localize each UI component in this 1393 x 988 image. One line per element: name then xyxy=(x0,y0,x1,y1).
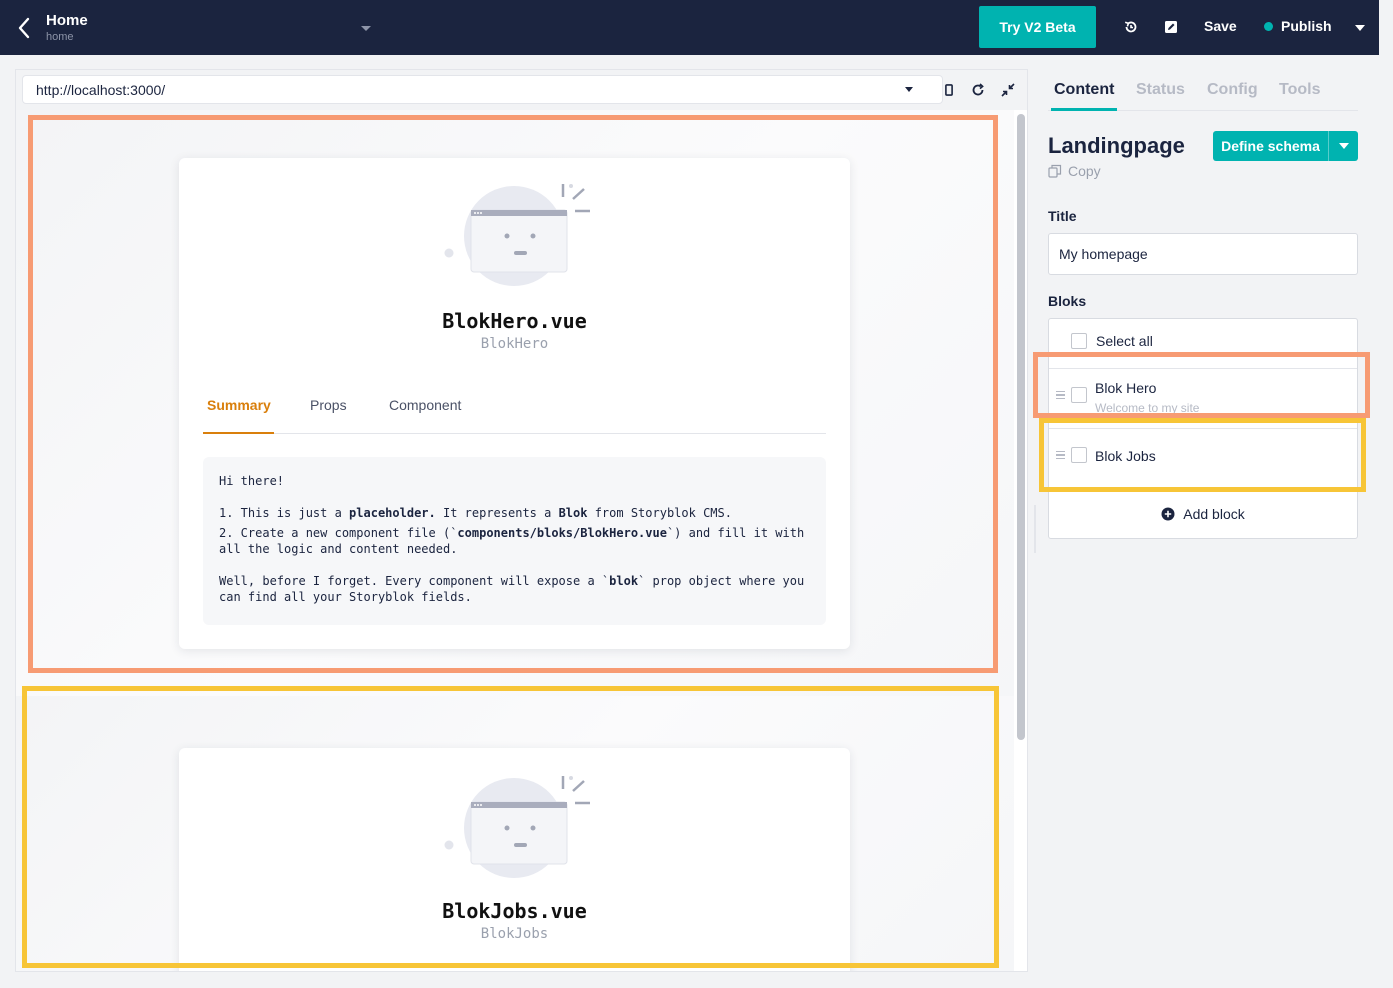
refresh-preview-button[interactable] xyxy=(969,81,987,99)
tab-tools[interactable]: Tools xyxy=(1279,81,1320,99)
drag-handle-icon[interactable] xyxy=(1056,451,1065,459)
select-all-label: Select all xyxy=(1096,333,1153,349)
blok-jobs-section[interactable]: BlokJobs.vue BlokJobs xyxy=(16,696,1014,971)
copy-icon xyxy=(1048,164,1062,178)
try-v2-beta-button[interactable]: Try V2 Beta xyxy=(979,6,1096,48)
component-name: BlokHero xyxy=(480,336,549,352)
blok-item-title: Blok Jobs xyxy=(1095,448,1156,464)
save-button[interactable]: Save xyxy=(1204,18,1237,34)
summary-greeting: Hi there! xyxy=(219,474,285,488)
define-schema-button[interactable]: Define schema xyxy=(1213,131,1358,161)
summary-panel: Hi there! 1. This is just a placeholder.… xyxy=(203,457,826,625)
publish-options-caret-icon[interactable] xyxy=(1355,25,1365,31)
blok-hero-checkbox[interactable] xyxy=(1071,387,1087,403)
preview-url-bar: http://localhost:3000/ xyxy=(16,70,1027,110)
active-panel-tab-indicator xyxy=(1051,108,1117,111)
history-icon xyxy=(1124,21,1137,33)
component-name: BlokJobs xyxy=(480,926,549,942)
drag-handle-icon[interactable] xyxy=(1056,391,1065,399)
copy-label: Copy xyxy=(1068,163,1101,179)
collapse-preview-button[interactable] xyxy=(999,81,1017,99)
define-schema-label: Define schema xyxy=(1221,138,1320,154)
summary-line-2: 2. Create a new component file (`compone… xyxy=(219,526,805,556)
summary-line-3: Well, before I forget. Every component w… xyxy=(219,574,805,604)
tab-content[interactable]: Content xyxy=(1054,81,1114,99)
edit-button[interactable] xyxy=(1161,17,1181,37)
blok-item-title: Blok Hero xyxy=(1095,380,1157,396)
preview-scrollbar-thumb[interactable] xyxy=(1017,114,1025,740)
mobile-icon xyxy=(945,84,953,96)
story-switcher-caret-icon[interactable] xyxy=(361,26,371,31)
component-file-name: BlokHero.vue xyxy=(442,309,587,333)
collapse-icon xyxy=(1001,83,1015,97)
define-schema-options-button[interactable] xyxy=(1329,143,1358,149)
placeholder-illustration xyxy=(444,184,590,286)
story-slug: home xyxy=(46,31,74,43)
blok-jobs-card: BlokJobs.vue BlokJobs xyxy=(179,748,850,971)
refresh-icon xyxy=(972,83,984,96)
tab-props[interactable]: Props xyxy=(310,397,347,413)
blok-jobs-checkbox[interactable] xyxy=(1071,447,1087,463)
tab-component[interactable]: Component xyxy=(389,397,461,413)
add-block-label: Add block xyxy=(1183,506,1245,522)
tab-summary[interactable]: Summary xyxy=(207,397,271,413)
blok-item-jobs[interactable]: Blok Jobs xyxy=(1049,428,1357,480)
copy-button[interactable]: Copy xyxy=(1048,163,1101,179)
title-input[interactable]: My homepage xyxy=(1048,233,1358,275)
blok-item-hero[interactable]: Blok Hero Welcome to my site xyxy=(1049,368,1357,420)
tab-config[interactable]: Config xyxy=(1207,81,1258,99)
publish-button[interactable]: Publish xyxy=(1264,18,1332,34)
visual-preview: http://localhost:3000/ BlokHero.vue Blok… xyxy=(15,69,1028,972)
select-all-checkbox[interactable]: Select all xyxy=(1071,333,1153,349)
history-button[interactable] xyxy=(1121,17,1141,37)
back-button[interactable] xyxy=(12,14,36,42)
blok-hero-section[interactable]: BlokHero.vue BlokHero Summary Props Comp… xyxy=(16,110,1014,714)
plus-circle-icon xyxy=(1161,507,1175,521)
tab-status[interactable]: Status xyxy=(1136,81,1185,99)
publish-label: Publish xyxy=(1281,18,1332,34)
bloks-field-label: Bloks xyxy=(1048,293,1087,309)
placeholder-illustration xyxy=(444,776,590,878)
story-title: Home xyxy=(46,12,88,29)
content-panel: Content Status Config Tools Landingpage … xyxy=(1034,55,1379,988)
edit-icon xyxy=(1165,21,1177,33)
mobile-view-button[interactable] xyxy=(940,81,958,99)
bloks-list: Select all Blok Hero Welcome to my site … xyxy=(1048,318,1358,539)
back-arrow-icon xyxy=(18,17,30,39)
caret-down-icon xyxy=(1338,143,1349,149)
panel-tabs: Content Status Config Tools xyxy=(1048,79,1358,111)
title-field-label: Title xyxy=(1048,208,1077,224)
component-tabs: Summary Props Component xyxy=(203,388,826,434)
summary-line-1: 1. This is just a placeholder. It repres… xyxy=(219,506,732,520)
url-dropdown-caret-icon[interactable] xyxy=(905,87,913,92)
preview-url-input[interactable]: http://localhost:3000/ xyxy=(22,75,943,104)
blok-hero-card: BlokHero.vue BlokHero Summary Props Comp… xyxy=(179,158,850,649)
component-file-name: BlokJobs.vue xyxy=(442,899,587,923)
checkbox[interactable] xyxy=(1071,333,1087,349)
content-type-title: Landingpage xyxy=(1048,133,1185,158)
active-tab-indicator xyxy=(203,432,274,434)
top-bar: Home home Try V2 Beta Save Publish xyxy=(0,0,1379,55)
blok-item-subtitle: Welcome to my site xyxy=(1095,401,1200,415)
add-block-button[interactable]: Add block xyxy=(1049,489,1357,538)
publish-status-dot xyxy=(1264,21,1273,31)
